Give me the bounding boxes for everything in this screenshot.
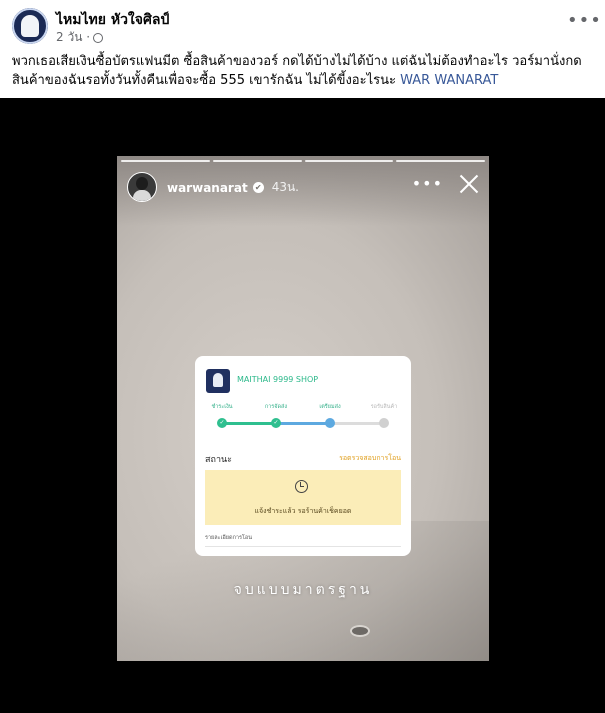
step-label: เตรียมส่ง bbox=[319, 404, 341, 410]
post-media[interactable]: warwanarat ✔ 43น. ••• MAITHAI 9999 SHOP … bbox=[0, 98, 605, 713]
shop-name: MAITHAI 9999 SHOP bbox=[237, 375, 319, 384]
globe-icon bbox=[93, 32, 104, 43]
close-icon bbox=[457, 172, 481, 196]
post-meta: 2 วัน · bbox=[56, 28, 104, 47]
story-overlay-text: จบแบบมาตรฐาน bbox=[233, 582, 373, 598]
order-steps: ชำระเงิน การจัดส่ง เตรียมส่ง รอรับสินค้า… bbox=[205, 403, 401, 433]
story-progress-bar bbox=[121, 160, 485, 162]
status-value: รอตรวจสอบการโอน bbox=[339, 454, 401, 462]
check-icon: ✓ bbox=[271, 418, 281, 428]
progress-segment bbox=[304, 160, 394, 162]
order-status-card: MAITHAI 9999 SHOP ชำระเงิน การจัดส่ง เตร… bbox=[195, 356, 411, 556]
progress-segment bbox=[396, 160, 485, 162]
post-time[interactable]: 2 วัน · bbox=[56, 28, 90, 47]
payment-notice: แจ้งชำระแล้ว รอร้านค้าเช็คยอด bbox=[205, 470, 401, 525]
page-avatar[interactable] bbox=[12, 8, 48, 44]
notice-text: แจ้งชำระแล้ว รอร้านค้าเช็คยอด bbox=[254, 507, 352, 515]
story-screenshot: warwanarat ✔ 43น. ••• MAITHAI 9999 SHOP … bbox=[117, 156, 489, 661]
post-caption: พวกเธอเสียเงินซื้อบัตรแฟนมีต ซื้อสินค้าข… bbox=[12, 52, 592, 90]
avatar-ring bbox=[12, 8, 48, 44]
avatar-head bbox=[136, 177, 148, 190]
step-label: การจัดส่ง bbox=[264, 404, 288, 410]
avatar-body bbox=[133, 190, 151, 201]
more-options-icon[interactable]: ••• bbox=[567, 12, 601, 34]
caption-tag-link[interactable]: WAR WANARAT bbox=[400, 73, 498, 88]
verified-badge-icon: ✔ bbox=[252, 182, 264, 193]
clock-icon bbox=[295, 480, 308, 493]
step-pending-dot bbox=[379, 418, 389, 428]
shop-logo bbox=[206, 369, 230, 393]
status-label: สถานะ bbox=[205, 455, 232, 465]
status-row: สถานะ รอตรวจสอบการโอน bbox=[205, 452, 401, 466]
check-icon: ✓ bbox=[217, 418, 227, 428]
divider bbox=[205, 546, 401, 547]
story-avatar bbox=[127, 172, 157, 202]
progress-segment bbox=[121, 160, 210, 162]
step-track bbox=[222, 422, 384, 425]
story-username: warwanarat bbox=[167, 180, 248, 195]
story-user: warwanarat ✔ 43น. bbox=[167, 178, 299, 197]
step-current-dot bbox=[325, 418, 335, 428]
story-more-icon: ••• bbox=[411, 174, 443, 193]
step-label: รอรับสินค้า bbox=[370, 404, 398, 410]
post-header: ไหมไทย หัวใจศิลป์ 2 วัน · ••• bbox=[0, 0, 605, 48]
story-time: 43น. bbox=[271, 180, 299, 194]
transfer-detail-label: รายละเอียดการโอน bbox=[205, 535, 252, 541]
ceiling-light bbox=[350, 625, 370, 637]
step-label: ชำระเงิน bbox=[211, 404, 233, 410]
progress-segment bbox=[212, 160, 302, 162]
